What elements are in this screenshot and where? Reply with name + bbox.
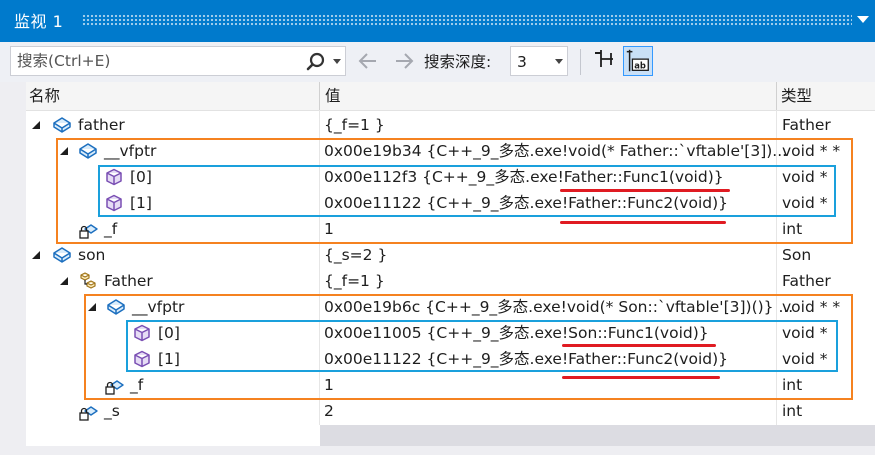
search-depth-value: 3 [517,53,527,71]
search-input[interactable] [17,49,297,73]
window-menu-dropdown-icon[interactable] [857,16,869,23]
search-icon[interactable] [305,51,327,73]
table-row[interactable]: son {_s=2 } Son [0,242,875,268]
window-title: 监视 1 [14,12,64,31]
highlight-box-son-entries [126,320,838,372]
expand-toggle-icon[interactable] [32,121,40,129]
grid-header: 名称 值 类型 [0,82,875,111]
underline-son-func1 [562,344,716,347]
scrollbar-right-pane[interactable] [320,425,875,446]
row-name: _s [104,402,120,420]
arrow-right-icon[interactable] [392,50,416,72]
scrollbar-left-pane[interactable] [26,425,320,446]
header-gutter [0,82,26,110]
underline-son-father-func2 [562,376,720,379]
search-depth-select[interactable]: 3 [510,46,568,76]
watch-grid: 名称 值 类型 father {_f=1 } Father __vfptr 0x… [0,82,875,425]
row-value: {_f=1 } [324,272,385,290]
search-depth-label: 搜索深度: [424,53,492,71]
base-class-icon [80,272,96,289]
column-header-value[interactable]: 值 [322,82,775,110]
titlebar-grip[interactable] [82,14,852,26]
watch-toolbar: 搜索深度: 3 ab [0,42,875,82]
expand-toggle-icon[interactable] [60,277,68,285]
table-row[interactable]: _s 2 int [0,398,875,424]
search-options-dropdown-icon[interactable] [333,59,341,64]
column-divider[interactable] [319,82,320,110]
row-name: son [78,246,106,264]
underline-father-func1 [560,189,730,192]
row-value: {_f=1 } [324,116,385,134]
table-row[interactable]: Father {_f=1 } Father [0,268,875,294]
table-row[interactable]: father {_f=1 } Father [0,112,875,138]
arrow-left-icon[interactable] [356,50,380,72]
horizontal-scrollbar[interactable] [0,425,875,455]
row-name: father [78,116,125,134]
row-value: {_s=2 } [324,246,388,264]
column-header-name[interactable]: 名称 [26,82,319,110]
svg-text:ab: ab [634,60,646,70]
row-type: int [782,402,803,420]
chevron-down-icon [555,59,563,64]
column-header-type[interactable]: 类型 [778,82,875,110]
search-box [10,46,346,76]
column-divider[interactable] [776,82,777,110]
row-type: Father [782,116,831,134]
cube-outline-blue-icon [53,247,71,263]
ab-display-icon[interactable]: ab [623,46,653,76]
row-name: Father [104,272,153,290]
toolbar-separator [580,49,581,75]
underline-father-func2 [560,221,726,224]
row-type: Father [782,272,831,290]
pin-icon[interactable] [590,47,616,75]
cube-outline-blue-icon [53,117,71,133]
window-titlebar: 监视 1 [0,0,875,42]
row-value: 2 [324,402,334,420]
locked-field-icon [79,406,98,421]
expand-toggle-icon[interactable] [32,251,40,259]
row-type: Son [782,246,812,264]
